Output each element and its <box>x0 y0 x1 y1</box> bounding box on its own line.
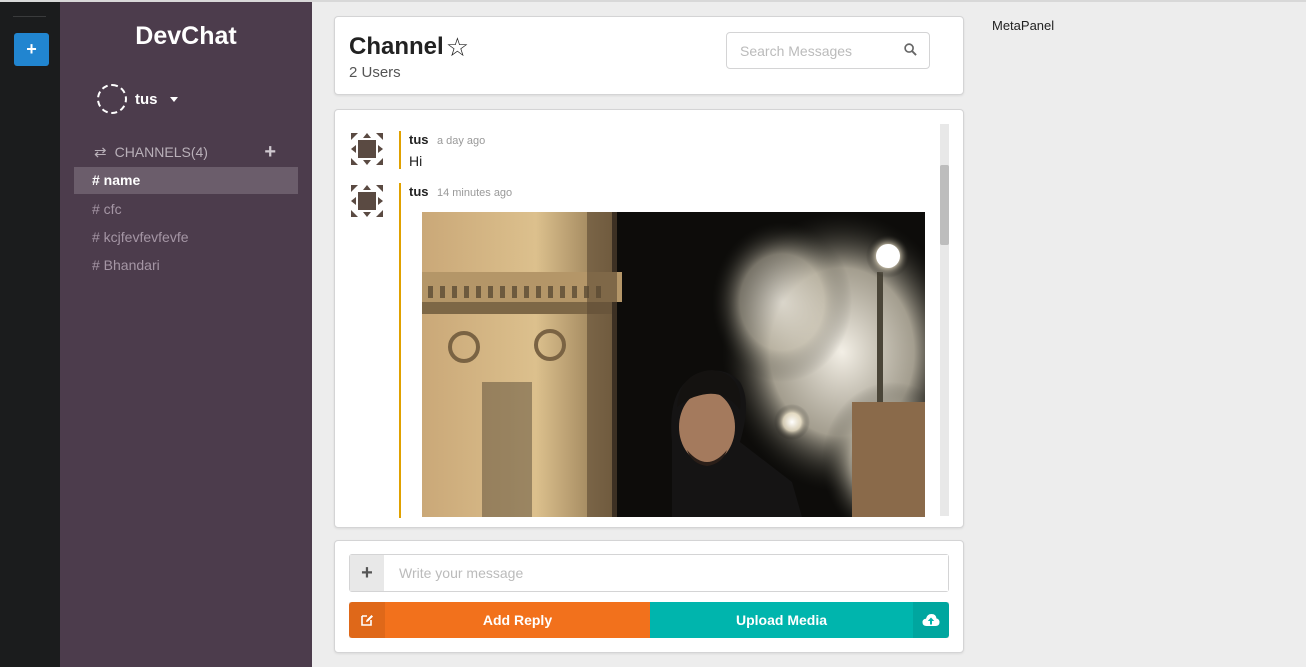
cloud-upload-icon <box>913 602 949 638</box>
channel-name: Channel <box>349 33 444 60</box>
user-avatar <box>97 84 127 114</box>
channel-item-bhandari[interactable]: # Bhandari <box>74 252 298 279</box>
upload-media-button[interactable]: Upload Media <box>650 602 949 638</box>
search-input[interactable] <box>727 42 887 59</box>
messages-scrollbar-thumb[interactable] <box>940 165 949 245</box>
meta-panel-title: MetaPanel <box>992 18 1055 33</box>
message-time: a day ago <box>436 135 486 147</box>
color-panel: + <box>0 2 60 667</box>
messages-header: Channel ☆ 2 Users <box>334 16 964 95</box>
channel-item-kcjfevfevfevfe[interactable]: # kcjfevfevfevfe <box>74 224 298 251</box>
channel-title: Channel ☆ <box>349 33 469 61</box>
star-outline-icon[interactable]: ☆ <box>446 34 469 60</box>
search-box <box>726 32 930 69</box>
message-input-wrap: + <box>349 554 949 592</box>
app-brand: DevChat <box>135 22 237 50</box>
users-count: 2 Users <box>349 64 401 81</box>
side-panel: DevChat tus ⇄ CHANNELS(4) + # name # cfc… <box>60 2 312 667</box>
search-icon[interactable] <box>904 43 917 56</box>
message-author[interactable]: tus <box>409 184 429 199</box>
message-image[interactable] <box>422 212 925 517</box>
exchange-icon: ⇄ <box>94 144 107 161</box>
add-reply-label: Add Reply <box>482 612 553 628</box>
message-avatar <box>349 131 385 167</box>
upload-media-label: Upload Media <box>735 612 827 628</box>
message-time: 14 minutes ago <box>436 187 513 199</box>
channel-item-cfc[interactable]: # cfc <box>74 196 298 223</box>
channels-header-label: CHANNELS(4) <box>114 144 208 160</box>
add-reply-button[interactable]: Add Reply <box>349 602 650 638</box>
add-channel-button[interactable]: + <box>264 142 276 162</box>
add-attachment-button[interactable]: + <box>350 555 384 591</box>
message-body: tus a day ago Hi <box>399 131 485 169</box>
message-text: Hi <box>409 153 423 169</box>
add-color-button[interactable]: + <box>14 33 49 66</box>
color-panel-divider <box>13 16 46 17</box>
message-form: + Add Reply Upload Media <box>334 540 964 653</box>
messages-segment: tus a day ago Hi tus 14 minutes ago <box>334 109 964 528</box>
caret-down-icon <box>169 96 178 102</box>
edit-icon <box>349 602 385 638</box>
user-dropdown[interactable]: tus <box>97 84 178 114</box>
message-avatar <box>349 183 385 219</box>
channel-item-name[interactable]: # name <box>74 167 298 194</box>
user-name: tus <box>135 90 158 108</box>
message-author[interactable]: tus <box>409 132 429 147</box>
channels-header: ⇄ CHANNELS(4) + <box>94 142 276 162</box>
message-input[interactable] <box>384 555 948 591</box>
